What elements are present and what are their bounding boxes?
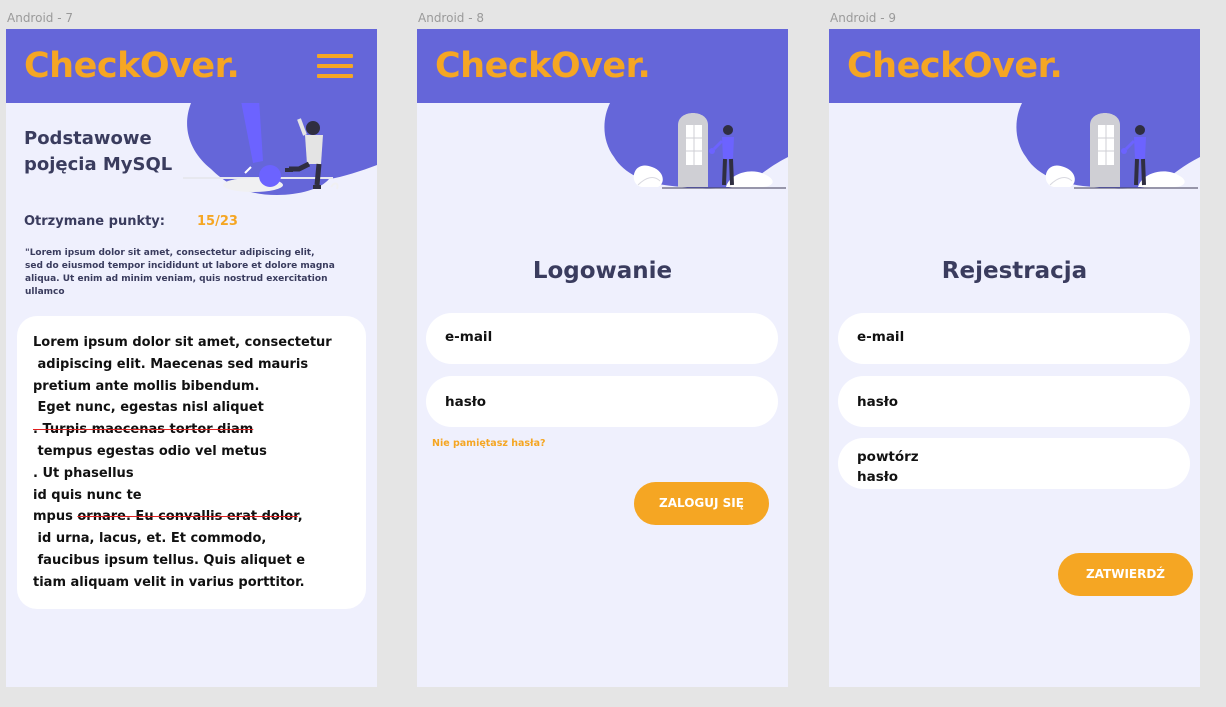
- quiz-quote: "Lorem ipsum dolor sit amet, consectetur…: [25, 248, 335, 297]
- text-line-mixed: mpus ornare. Eu convallis erat dolor,: [33, 506, 354, 528]
- login-title: Logowanie: [532, 258, 673, 284]
- repeat-password-placeholder: powtórz hasło: [857, 447, 919, 487]
- text-segment: ,: [297, 509, 303, 525]
- repeat-password-line-1: powtórz: [857, 449, 919, 465]
- frame-quiz-result: CheckOver. Podstawowe pojęcia MySQL Otrz…: [6, 29, 377, 687]
- quiz-title-line-1: Podstawowe: [24, 128, 152, 149]
- points-value: 15/23: [197, 214, 238, 229]
- frame-label-android-8: Android - 8: [418, 11, 484, 25]
- answer-text-card: Lorem ipsum dolor sit amet, consectetur …: [17, 316, 366, 609]
- door-person-illustration: [604, 103, 788, 189]
- forgot-password-link[interactable]: Nie pamiętasz hasła?: [432, 438, 546, 449]
- exclamation-person-illustration: [183, 99, 377, 195]
- login-button[interactable]: ZALOGUJ SIĘ: [634, 482, 769, 525]
- app-header: CheckOver.: [417, 29, 788, 103]
- text-line: pretium ante mollis bibendum.: [33, 378, 260, 394]
- password-field[interactable]: hasło: [426, 376, 778, 427]
- frame-label-android-7: Android - 7: [7, 11, 73, 25]
- quiz-title-line-2: pojęcia MySQL: [24, 154, 173, 175]
- email-field[interactable]: e-mail: [426, 313, 778, 364]
- text-line: id urna, lacus, et. Et commodo,: [33, 531, 267, 547]
- frame-label-android-9: Android - 9: [830, 11, 896, 25]
- password-field[interactable]: hasło: [838, 376, 1190, 427]
- text-segment-struck: ornare. Eu convallis erat dolor: [77, 509, 298, 525]
- app-header: CheckOver.: [6, 29, 377, 103]
- text-line: Eget nunc, egestas nisl aliquet: [33, 400, 264, 416]
- text-line: faucibus ipsum tellus. Quis aliquet e: [33, 552, 306, 568]
- door-person-illustration: [1016, 103, 1200, 189]
- text-line-struck: . Turpis maecenas tortor diam: [33, 422, 254, 438]
- text-line: id quis nunc te: [33, 487, 142, 503]
- text-line: . Ut phasellus: [33, 465, 134, 481]
- repeat-password-field[interactable]: powtórz hasło: [838, 438, 1190, 489]
- app-header: CheckOver.: [829, 29, 1200, 103]
- app-logo: CheckOver.: [24, 46, 240, 86]
- text-line: Lorem ipsum dolor sit amet, consectetur: [33, 335, 332, 350]
- email-placeholder: e-mail: [857, 329, 905, 345]
- register-title: Rejestracja: [941, 258, 1088, 284]
- text-line: tempus egestas odio vel metus: [33, 443, 267, 459]
- app-logo: CheckOver.: [435, 46, 651, 86]
- text-line: adipiscing elit. Maecenas sed mauris: [33, 356, 309, 372]
- text-line: tiam aliquam velit in varius porttitor.: [33, 574, 305, 590]
- confirm-button[interactable]: ZATWIERDŹ: [1058, 553, 1193, 596]
- email-placeholder: e-mail: [445, 329, 493, 345]
- text-segment: mpus: [33, 509, 78, 525]
- app-logo: CheckOver.: [847, 46, 1063, 86]
- points-label: Otrzymane punkty:: [24, 214, 165, 229]
- hamburger-menu-icon[interactable]: [317, 54, 353, 78]
- frame-login: CheckOver. Logowanie e-mail hasło Nie pa…: [417, 29, 788, 687]
- quiz-title: Podstawowe pojęcia MySQL: [24, 126, 172, 178]
- password-placeholder: hasło: [445, 394, 487, 410]
- frame-register: CheckOver. Rejestracja e-mail hasło powt…: [829, 29, 1200, 687]
- repeat-password-line-2: hasło: [857, 469, 899, 485]
- password-placeholder: hasło: [857, 394, 899, 410]
- email-field[interactable]: e-mail: [838, 313, 1190, 364]
